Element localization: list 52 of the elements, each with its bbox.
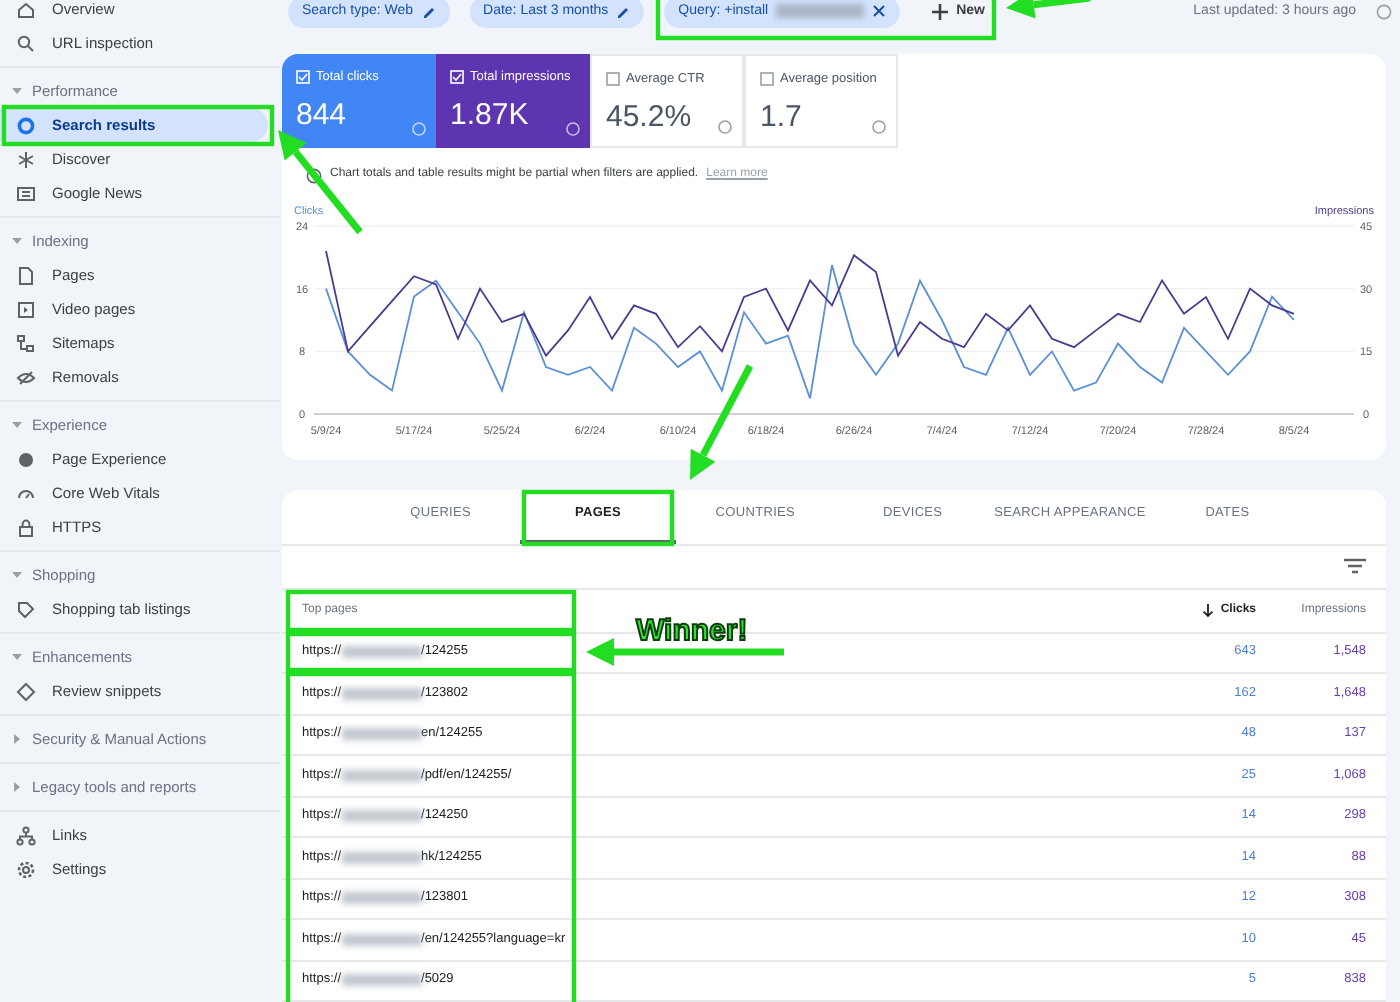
- caret-icon[interactable]: [10, 650, 24, 664]
- metric-value: 1.87K: [450, 100, 529, 131]
- document-icon: [16, 265, 36, 285]
- caret-icon[interactable]: [10, 234, 24, 248]
- filter-icon[interactable]: [1344, 558, 1366, 574]
- annotation-text: Winner!: [636, 614, 748, 648]
- circle-icon: [16, 449, 36, 469]
- tag-icon: [16, 599, 36, 619]
- help-icon[interactable]: [718, 119, 732, 134]
- diamond-icon: [16, 681, 36, 701]
- blurred-text-block: [341, 810, 422, 823]
- blurred-text-block: [341, 892, 422, 905]
- close-icon[interactable]: [872, 4, 887, 19]
- metric-value: 844: [296, 100, 347, 131]
- help-icon[interactable]: [1376, 3, 1392, 20]
- blurred-text-block: [341, 646, 422, 659]
- blurred-text-block: [341, 687, 422, 700]
- pointer-arrow: [278, 130, 363, 235]
- info-icon: [306, 167, 322, 184]
- blurred-text-block: [341, 851, 422, 864]
- pencil-icon[interactable]: [421, 4, 436, 19]
- pencil-icon[interactable]: [616, 4, 631, 19]
- blurred-text-block: [341, 933, 422, 946]
- blurred-text-block: [341, 974, 422, 987]
- lock-icon: [16, 517, 36, 537]
- caret-icon[interactable]: [10, 418, 24, 432]
- newspaper-icon: [16, 183, 36, 203]
- search-icon: [16, 33, 36, 53]
- checked-checkbox-icon[interactable]: [296, 69, 310, 84]
- checkbox-icon[interactable]: [606, 71, 620, 86]
- network-icon: [16, 825, 36, 845]
- checked-checkbox-icon[interactable]: [450, 69, 464, 84]
- caret-icon[interactable]: [10, 568, 24, 582]
- metric-value: 45.2%: [606, 102, 692, 133]
- ring-icon: [16, 115, 36, 135]
- plus-icon: [932, 3, 949, 20]
- metric-value: 1.7: [760, 102, 802, 133]
- blurred-text-block: [341, 728, 422, 741]
- down-arrow-icon: [1202, 603, 1215, 617]
- asterisk-icon: [16, 149, 36, 169]
- video-document-icon: [16, 299, 36, 319]
- checkbox-icon[interactable]: [760, 71, 774, 86]
- house-icon: [16, 0, 36, 19]
- caret-icon[interactable]: [10, 780, 24, 794]
- blurred-text-block: [341, 769, 422, 782]
- sitemap-icon: [16, 333, 36, 353]
- pointer-arrow: [1006, 0, 1091, 19]
- gear-icon: [16, 859, 36, 879]
- eye-slash-icon: [16, 367, 36, 387]
- caret-icon[interactable]: [10, 732, 24, 746]
- caret-icon[interactable]: [10, 84, 24, 98]
- help-icon[interactable]: [872, 119, 886, 134]
